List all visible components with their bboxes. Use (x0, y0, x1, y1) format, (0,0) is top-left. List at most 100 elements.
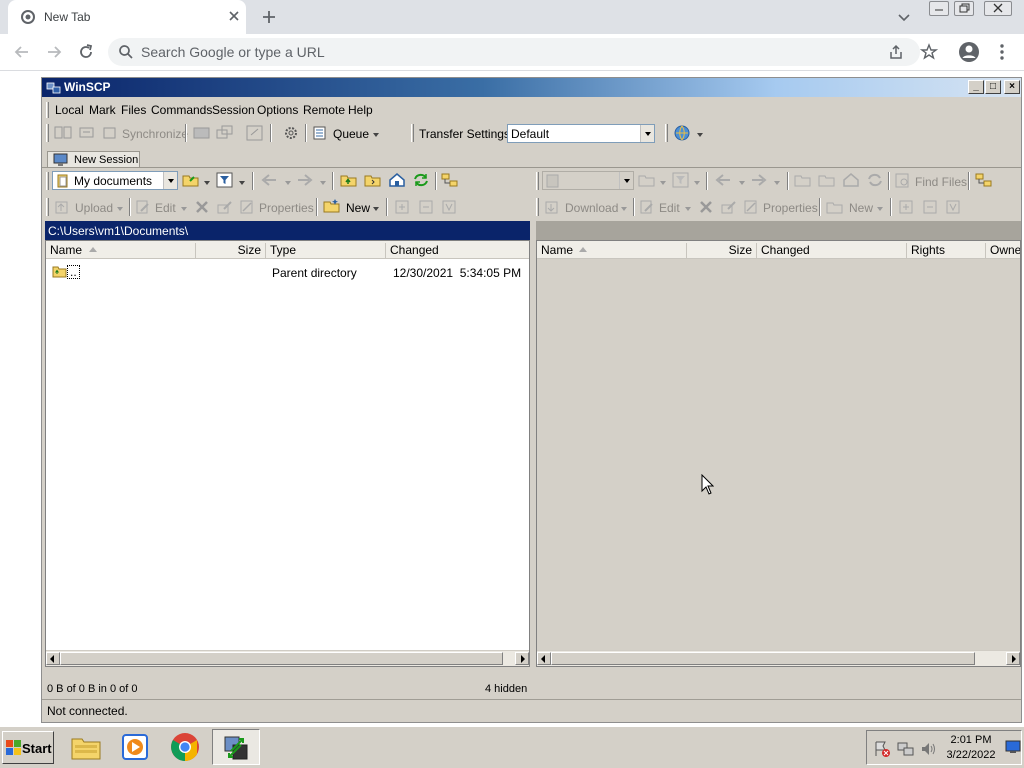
remote-rename-icon[interactable] (720, 199, 738, 215)
forward-arrow-icon[interactable] (44, 42, 64, 62)
remote-new-folder-icon[interactable] (826, 199, 844, 215)
bookmark-star-icon[interactable] (920, 43, 938, 61)
remote-home-directory-icon[interactable] (842, 172, 860, 188)
filter-dropdown-arrow[interactable] (239, 181, 245, 188)
find-files-icon[interactable] (246, 125, 264, 141)
remote-location-select[interactable] (542, 171, 634, 190)
menu-help[interactable]: Help (348, 103, 373, 117)
local-unselect-icon[interactable] (418, 199, 434, 215)
action-center-flag-icon[interactable] (873, 740, 891, 758)
remote-unselect-icon[interactable] (922, 199, 938, 215)
transfer-settings-select[interactable]: Default (507, 124, 655, 143)
remote-edit-button[interactable]: Edit (659, 201, 680, 215)
menu-mark[interactable]: Mark (89, 103, 116, 117)
remote-new-button[interactable]: New (849, 201, 873, 215)
local-edit-icon[interactable] (135, 199, 151, 215)
local-col-changed[interactable]: Changed (386, 243, 529, 259)
upload-icon[interactable] (54, 199, 70, 215)
network-icon[interactable] (897, 740, 915, 758)
local-properties-button[interactable]: Properties (259, 201, 314, 215)
new-tab-button[interactable] (259, 7, 279, 27)
taskbar-winscp[interactable] (212, 729, 260, 765)
winscp-minimize-button[interactable]: _ (968, 80, 984, 94)
scrollbar-thumb[interactable] (60, 652, 503, 665)
restore-window-button[interactable] (954, 1, 974, 16)
filter-icon[interactable] (216, 172, 234, 188)
remote-edit-icon[interactable] (639, 199, 655, 215)
menu-session[interactable]: Session (212, 103, 255, 117)
download-icon[interactable] (544, 199, 560, 215)
local-col-size[interactable]: Size (196, 243, 266, 259)
synchronize-button[interactable]: Synchronize (122, 127, 188, 141)
back-arrow-icon[interactable] (12, 42, 32, 62)
show-desktop-icon[interactable] (1005, 739, 1021, 755)
local-location-select[interactable]: My documents (52, 171, 178, 190)
home-directory-icon[interactable] (388, 172, 406, 188)
parent-directory-icon[interactable] (340, 172, 358, 188)
download-dropdown-arrow[interactable] (621, 207, 627, 214)
local-properties-icon[interactable] (239, 199, 255, 215)
remote-new-dropdown-arrow[interactable] (877, 207, 883, 214)
remote-scroll-left-arrow-icon[interactable] (537, 652, 551, 665)
local-rename-icon[interactable] (216, 199, 234, 215)
reload-icon[interactable] (76, 42, 96, 62)
menu-local[interactable]: Local (55, 103, 84, 117)
local-tree-icon[interactable] (441, 172, 459, 188)
tab-close-icon[interactable] (227, 9, 241, 23)
local-select-icon[interactable] (394, 199, 410, 215)
clock[interactable]: 2:01 PM 3/22/2022 (941, 733, 1001, 763)
open-directory-dropdown-arrow[interactable] (204, 181, 210, 188)
local-horizontal-scrollbar[interactable] (46, 650, 529, 666)
browser-tab[interactable]: New Tab (8, 0, 246, 34)
scroll-left-arrow-icon[interactable] (46, 652, 60, 665)
minimize-window-button[interactable] (929, 1, 949, 16)
local-col-name[interactable]: Name (46, 243, 196, 259)
local-edit-dropdown-arrow[interactable] (181, 207, 187, 214)
remote-path-bar[interactable] (536, 221, 1021, 240)
remote-open-directory-icon[interactable] (638, 172, 656, 188)
compare-directories-icon[interactable] (54, 125, 72, 141)
close-window-button[interactable] (984, 1, 1012, 16)
console-icon[interactable] (193, 125, 211, 141)
local-select-all-icon[interactable] (441, 199, 457, 215)
tab-search-chevron-icon[interactable] (896, 9, 912, 25)
local-file-list[interactable]: Name Size Type Changed .. Parent directo… (45, 240, 530, 667)
remote-properties-button[interactable]: Properties (763, 201, 818, 215)
menu-options[interactable]: Options (257, 103, 298, 117)
local-back-icon[interactable] (260, 173, 278, 187)
taskbar-media-player[interactable] (111, 729, 159, 765)
local-new-folder-icon[interactable] (323, 198, 341, 214)
queue-button[interactable]: Queue (333, 127, 369, 141)
remote-back-icon[interactable] (714, 173, 732, 187)
remote-file-list[interactable]: Name Size Changed Rights Owne (536, 240, 1021, 667)
remote-col-changed[interactable]: Changed (757, 243, 907, 259)
local-col-type[interactable]: Type (266, 243, 386, 259)
remote-col-rights[interactable]: Rights (907, 243, 986, 259)
synchronize-icon[interactable] (102, 125, 118, 141)
synchronize-browsing-icon[interactable] (78, 125, 96, 141)
menu-remote[interactable]: Remote (303, 103, 345, 117)
winscp-titlebar[interactable]: WinSCP _ □ × (42, 78, 1021, 97)
remote-scrollbar-thumb[interactable] (551, 652, 975, 665)
menu-commands[interactable]: Commands (151, 103, 212, 117)
upload-dropdown-arrow[interactable] (117, 207, 123, 214)
remote-filter-icon[interactable] (672, 172, 690, 188)
remote-refresh-icon[interactable] (866, 172, 884, 188)
download-button[interactable]: Download (565, 201, 618, 215)
start-button[interactable]: Start (2, 731, 54, 764)
remote-delete-icon[interactable] (698, 199, 714, 215)
remote-edit-dropdown-arrow[interactable] (685, 207, 691, 214)
remote-find-files-button[interactable]: Find Files (915, 175, 967, 189)
transfer-options-globe-icon[interactable] (673, 124, 691, 142)
remote-forward-icon[interactable] (750, 173, 768, 187)
taskbar-chrome[interactable] (162, 729, 210, 765)
local-edit-button[interactable]: Edit (155, 201, 176, 215)
winscp-maximize-button[interactable]: □ (985, 80, 1001, 94)
remote-select-all-icon[interactable] (945, 199, 961, 215)
remote-parent-directory-icon[interactable] (794, 172, 812, 188)
menu-files[interactable]: Files (121, 103, 146, 117)
queue-icon[interactable] (312, 125, 328, 141)
omnibox[interactable]: Search Google or type a URL (108, 38, 938, 66)
profile-avatar-icon[interactable] (958, 41, 980, 63)
local-new-button[interactable]: New (346, 201, 370, 215)
